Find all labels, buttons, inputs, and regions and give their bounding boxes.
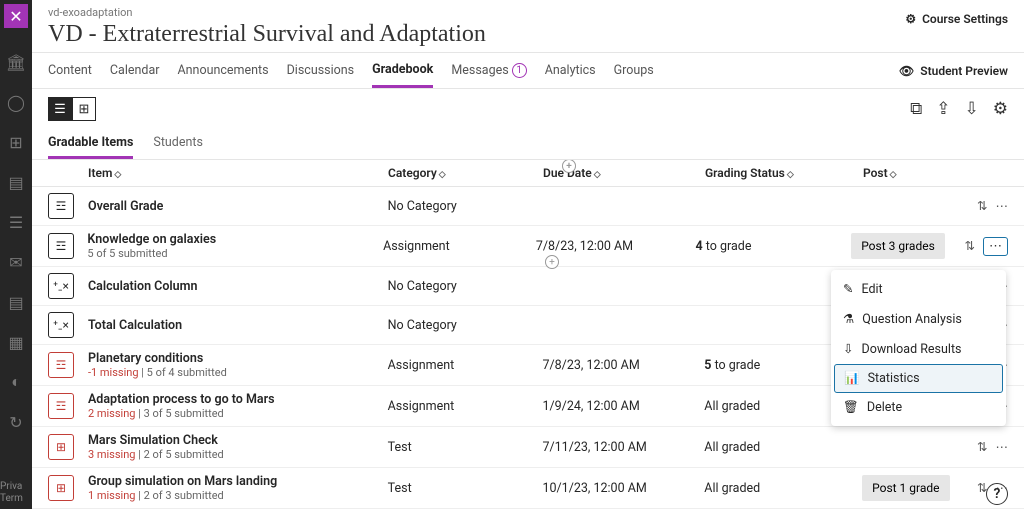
course-settings-button[interactable]: ⚙ Course Settings xyxy=(905,6,1008,26)
menu-item-download-results[interactable]: ⇩Download Results xyxy=(831,334,1006,364)
student-preview-button[interactable]: 👁 Student Preview xyxy=(899,64,1008,78)
tab-discussions[interactable]: Discussions xyxy=(287,53,355,88)
item-name[interactable]: Overall Grade xyxy=(88,199,388,214)
close-icon[interactable]: ✕ xyxy=(4,4,28,28)
tab-content[interactable]: Content xyxy=(48,53,92,88)
more-button[interactable]: ⋯ xyxy=(995,439,1008,455)
item-type-icon: ☲ xyxy=(48,352,74,378)
item-name[interactable]: Adaptation process to go to Mars xyxy=(88,392,388,407)
item-due: 10/1/23, 12:00 AM xyxy=(542,481,704,496)
item-name[interactable]: Calculation Column xyxy=(88,279,388,294)
item-name[interactable]: Planetary conditions xyxy=(88,351,388,366)
grades-icon[interactable]: ▦ xyxy=(6,332,26,352)
search-icon[interactable]: ⧉ xyxy=(910,99,922,119)
item-category: Assignment xyxy=(388,358,543,373)
menu-item-question-analysis[interactable]: ⚗Question Analysis xyxy=(831,304,1006,334)
item-due: 7/8/23, 12:00 AM xyxy=(542,358,704,373)
subtab-gradable-items[interactable]: Gradable Items xyxy=(48,129,133,159)
courses-icon[interactable]: ▤ xyxy=(6,172,26,192)
item-category: Test xyxy=(388,440,543,455)
add-row-icon[interactable]: + xyxy=(545,255,559,269)
menu-item-icon: ✎ xyxy=(843,281,853,297)
more-button[interactable]: ⋯ xyxy=(983,237,1008,256)
tab-messages[interactable]: Messages1 xyxy=(451,53,526,88)
row-context-menu: ✎Edit⚗Question Analysis⇩Download Results… xyxy=(831,270,1006,426)
sort-icon[interactable]: ⇅ xyxy=(965,238,975,254)
col-post[interactable]: Post◇ xyxy=(863,166,978,180)
item-type-icon: ☲ xyxy=(48,193,74,219)
menu-item-icon: 🗑 xyxy=(843,400,859,415)
settings-icon[interactable]: ⚙ xyxy=(993,99,1008,119)
item-due: 7/8/23, 12:00 AM xyxy=(536,239,696,254)
item-category: No Category xyxy=(388,318,543,333)
item-type-icon: ⊞ xyxy=(48,434,74,460)
profile-icon[interactable]: ◯ xyxy=(6,92,26,112)
item-name[interactable]: Knowledge on galaxies xyxy=(87,232,383,247)
menu-item-delete[interactable]: 🗑Delete xyxy=(831,393,1006,422)
institution-icon[interactable]: 🏛 xyxy=(6,52,26,72)
item-name[interactable]: Mars Simulation Check xyxy=(88,433,388,448)
item-category: No Category xyxy=(388,279,543,294)
page-title: VD - Extraterrestrial Survival and Adapt… xyxy=(48,21,486,48)
table-row[interactable]: ⊞Mars Simulation Check3 missing | 2 of 5… xyxy=(32,427,1024,468)
item-status: All graded xyxy=(704,481,862,496)
menu-item-icon: 📊 xyxy=(844,371,860,386)
col-status[interactable]: Grading Status◇ xyxy=(705,166,863,180)
item-due: 1/9/24, 12:00 AM xyxy=(542,399,704,414)
signout-icon[interactable]: ↻ xyxy=(6,412,26,432)
item-type-icon: ☲ xyxy=(48,393,74,419)
messages-badge: 1 xyxy=(512,63,527,78)
col-category[interactable]: Category◇ xyxy=(388,166,543,180)
gradebook-table: Item◇ Category◇ Due Date◇ Grading Status… xyxy=(32,160,1024,509)
download-icon[interactable]: ⇩ xyxy=(965,99,979,119)
left-rail: ✕ 🏛 ◯ ⊞ ▤ ☰ ✉ ▤ ▦ ◐ ↻ Priva Term xyxy=(0,0,32,509)
item-due: 7/11/23, 12:00 AM xyxy=(542,440,704,455)
item-category: Assignment xyxy=(388,399,543,414)
footer-labels: Priva Term xyxy=(0,481,23,505)
item-category: No Category xyxy=(388,199,543,214)
table-row[interactable]: ☲ Overall GradeNo Category ⇅ ⋯ xyxy=(32,187,1024,226)
tab-groups[interactable]: Groups xyxy=(614,53,654,88)
sort-icon[interactable]: ⇅ xyxy=(977,198,987,214)
upload-icon[interactable]: ⇪ xyxy=(936,99,950,119)
organizations-icon[interactable]: ☰ xyxy=(6,212,26,232)
tab-gradebook[interactable]: Gradebook xyxy=(372,53,433,88)
subtab-students[interactable]: Students xyxy=(153,129,203,159)
view-list-button[interactable]: ☰ xyxy=(48,97,72,121)
item-category: Test xyxy=(388,481,543,496)
tab-announcements[interactable]: Announcements xyxy=(177,53,268,88)
tab-analytics[interactable]: Analytics xyxy=(545,53,596,88)
table-row[interactable]: ☲Knowledge on galaxies5 of 5 submittedAs… xyxy=(32,226,1024,267)
more-button[interactable]: ⋯ xyxy=(995,198,1008,214)
post-grades-button[interactable]: Post 3 grades xyxy=(851,233,945,259)
menu-item-statistics[interactable]: 📊Statistics xyxy=(834,364,1003,393)
menu-item-icon: ⚗ xyxy=(843,311,854,327)
item-name[interactable]: Total Calculation xyxy=(88,318,388,333)
menu-item-edit[interactable]: ✎Edit xyxy=(831,274,1006,304)
item-type-icon: ⁺₋× xyxy=(48,273,74,299)
item-type-icon: ⁺₋× xyxy=(48,312,74,338)
calendar-icon[interactable]: ✉ xyxy=(6,252,26,272)
item-category: Assignment xyxy=(383,239,536,254)
sort-icon[interactable]: ⇅ xyxy=(977,439,987,455)
item-status: All graded xyxy=(704,440,862,455)
eye-icon: 👁 xyxy=(899,64,914,78)
item-type-icon: ⊞ xyxy=(48,475,74,501)
item-name[interactable]: Group simulation on Mars landing xyxy=(88,474,388,489)
table-row[interactable]: ⊞Group simulation on Mars landing1 missi… xyxy=(32,468,1024,509)
breadcrumb: vd-exoadaptation xyxy=(48,6,486,19)
tab-calendar[interactable]: Calendar xyxy=(110,53,160,88)
item-status: 4 to grade xyxy=(695,239,851,254)
view-grid-button[interactable]: ⊞ xyxy=(72,97,96,121)
messages-icon[interactable]: ▤ xyxy=(6,292,26,312)
tools-icon[interactable]: ◐ xyxy=(6,372,26,392)
activity-icon[interactable]: ⊞ xyxy=(6,132,26,152)
menu-item-icon: ⇩ xyxy=(843,341,853,357)
item-type-icon: ☲ xyxy=(48,233,74,259)
help-icon[interactable]: ? xyxy=(986,483,1008,505)
col-item[interactable]: Item◇ xyxy=(88,166,388,180)
gear-icon: ⚙ xyxy=(905,12,916,26)
post-grades-button[interactable]: Post 1 grade xyxy=(862,475,949,501)
